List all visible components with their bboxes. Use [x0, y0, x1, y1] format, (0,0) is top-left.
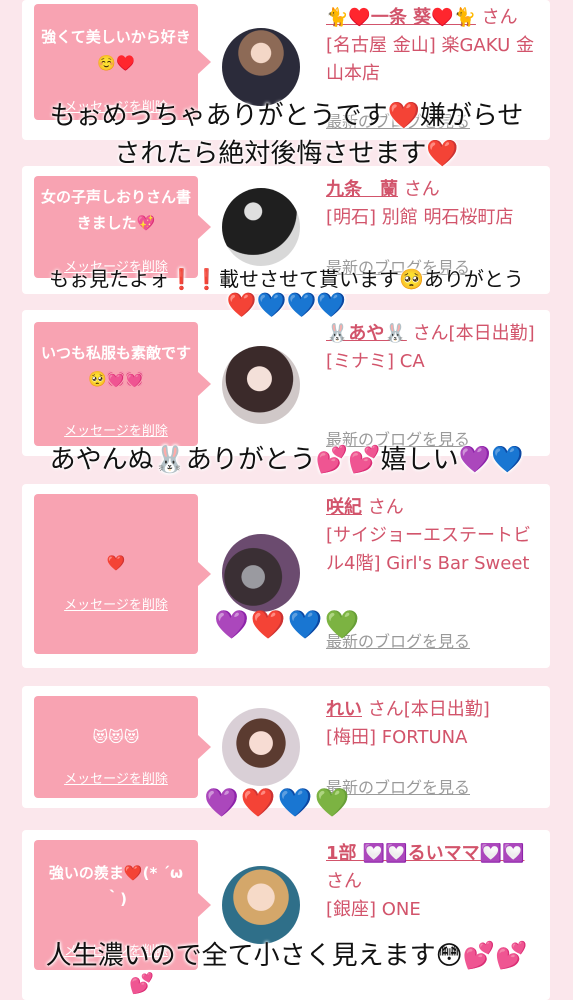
heart-stickers: 💜❤️💙💚 — [204, 786, 352, 819]
message-text: 強いの羨ま❤️(* ´ω｀) — [48, 864, 184, 908]
delete-message-link[interactable]: メッセージを削除 — [34, 594, 198, 613]
shop-name: [明石] 別館 明石桜町店 — [326, 207, 514, 228]
delete-message-link[interactable]: メッセージを削除 — [34, 768, 198, 787]
overlay-caption: 💕 — [129, 971, 154, 995]
avatar-image — [222, 866, 300, 944]
cast-info: 咲紀 さん [サイジョーエステートビル4階] Girl's Bar Sweet — [326, 494, 540, 578]
shop-name: [名古屋 金山] 楽GAKU 金山本店 — [326, 35, 534, 84]
avatar-image — [222, 534, 300, 612]
cast-name-link[interactable]: 1部 💟💟るいママ💟💟 — [326, 843, 524, 864]
heart-stickers: 💜❤️💙💚 — [214, 608, 362, 641]
overlay-caption: あやんぬ🐰ありがとう💕💕嬉しい💜💙 — [49, 445, 524, 475]
shop-name: [銀座] ONE — [326, 899, 421, 920]
honorific: さん — [481, 7, 518, 28]
avatar[interactable] — [222, 28, 300, 106]
cast-name-link[interactable]: 九条 蘭 — [326, 179, 398, 200]
message-text: いつも私服も素敵です🥺💓💓 — [40, 344, 191, 388]
shop-name: [ミナミ] CA — [326, 351, 425, 372]
avatar[interactable] — [222, 534, 300, 612]
shop-name: [サイジョーエステートビル4階] Girl's Bar Sweet — [326, 525, 532, 574]
delete-message-link[interactable]: メッセージを削除 — [34, 420, 198, 439]
message-text: 😻😻😻 — [92, 728, 140, 746]
message-bubble: ❤️ メッセージを削除 — [34, 494, 211, 654]
message-bubble: 😻😻😻 メッセージを削除 — [34, 696, 211, 798]
honorific: さん — [367, 497, 404, 518]
cast-info: 九条 蘭 さん [明石] 別館 明石桜町店 — [326, 176, 540, 232]
overlay-caption: もぉ見たよォ❗️❗️載せさせて貰います🥺ありがとう — [49, 267, 524, 291]
avatar-image — [222, 708, 300, 786]
overlay-caption: もぉめっちゃありがとうです❤️嫌がらせ — [49, 101, 524, 131]
shop-name: [梅田] FORTUNA — [326, 727, 468, 748]
overlay-caption: されたら絶対後悔させます❤️ — [114, 139, 459, 169]
cast-info: 🐈♥️一条 葵♥️🐈 さん [名古屋 金山] 楽GAKU 金山本店 — [326, 4, 540, 88]
avatar[interactable] — [222, 188, 300, 266]
message-card: いつも私服も素敵です🥺💓💓 メッセージを削除 🐰あや🐰 さん[本日出勤] [ミナ… — [22, 310, 550, 456]
avatar-image — [222, 188, 300, 266]
cast-info: 1部 💟💟るいママ💟💟 さん [銀座] ONE — [326, 840, 540, 924]
honorific: さん[本日出勤] — [412, 323, 535, 344]
cast-name-link[interactable]: れい — [326, 699, 362, 720]
cast-info: 🐰あや🐰 さん[本日出勤] [ミナミ] CA — [326, 320, 540, 376]
honorific: さん — [326, 871, 362, 892]
message-text: ❤️ — [106, 554, 126, 572]
avatar-image — [222, 28, 300, 106]
cast-name-link[interactable]: 咲紀 — [326, 497, 362, 518]
message-text: 女の子声しおりさん書きました💖 — [40, 188, 191, 232]
overlay-caption: ❤️💙💙💙 — [226, 291, 347, 319]
message-text: 強くて美しいから好き☺️♥️ — [41, 28, 191, 72]
cast-info: れい さん[本日出勤] [梅田] FORTUNA — [326, 696, 540, 752]
message-bubble: 女の子声しおりさん書きました💖 メッセージを削除 — [34, 176, 211, 278]
cast-name-link[interactable]: 🐈♥️一条 葵♥️🐈 — [326, 7, 476, 28]
avatar[interactable] — [222, 708, 300, 786]
avatar[interactable] — [222, 346, 300, 424]
cast-name-link[interactable]: 🐰あや🐰 — [326, 323, 407, 344]
avatar-image — [222, 346, 300, 424]
avatar[interactable] — [222, 866, 300, 944]
honorific: さん[本日出勤] — [367, 699, 490, 720]
honorific: さん — [403, 179, 440, 200]
message-bubble: いつも私服も素敵です🥺💓💓 メッセージを削除 — [34, 322, 211, 446]
